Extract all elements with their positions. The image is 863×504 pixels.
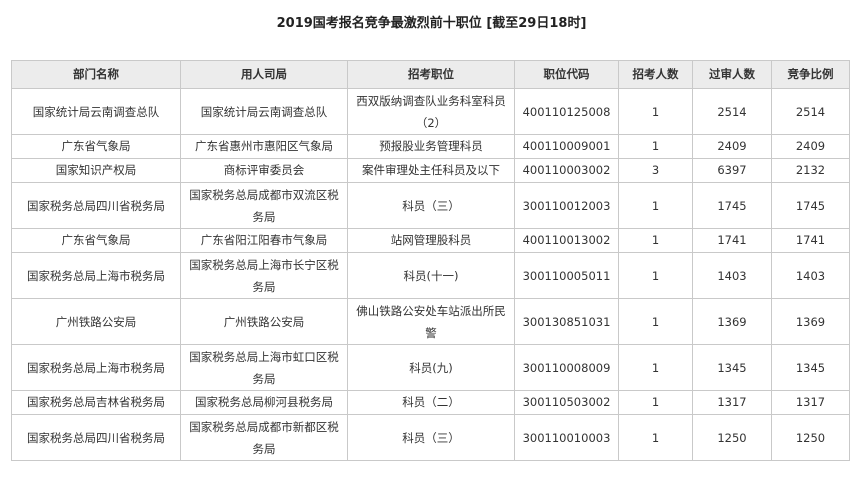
cell-approved-count: 1403 — [692, 252, 772, 299]
page-title: 2019国考报名竞争最激烈前十职位 [截至29日18时] — [276, 16, 587, 31]
cell-competition-ratio: 1745 — [771, 182, 850, 229]
table-row: 国家税务总局四川省税务局 国家税务总局成都市双流区税务局 科员（三） 30011… — [11, 182, 850, 229]
header-department: 部门名称 — [11, 60, 181, 89]
cell-position: 科员（三） — [347, 182, 515, 229]
header-competition-ratio: 竞争比例 — [771, 60, 850, 89]
header-approved-count: 过审人数 — [692, 60, 772, 89]
cell-position-code: 400110013002 — [514, 228, 619, 253]
table-row: 国家税务总局上海市税务局 国家税务总局上海市长宁区税务局 科员(十一) 3001… — [11, 252, 850, 299]
cell-employer-bureau: 商标评审委员会 — [180, 158, 348, 183]
cell-department: 广州铁路公安局 — [11, 298, 181, 345]
cell-position: 科员（三） — [347, 414, 515, 461]
cell-approved-count: 1741 — [692, 228, 772, 253]
table-row: 国家税务总局四川省税务局 国家税务总局成都市新都区税务局 科员（三） 30011… — [11, 414, 850, 461]
table-row: 广东省气象局 广东省惠州市惠阳区气象局 预报股业务管理科员 4001100090… — [11, 134, 850, 159]
cell-department: 国家统计局云南调查总队 — [11, 88, 181, 135]
cell-recruit-count: 1 — [618, 182, 693, 229]
cell-position-code: 300110503002 — [514, 390, 619, 415]
cell-approved-count: 1745 — [692, 182, 772, 229]
cell-competition-ratio: 1403 — [771, 252, 850, 299]
cell-competition-ratio: 1369 — [771, 298, 850, 345]
cell-position-code: 300110008009 — [514, 344, 619, 391]
cell-position-code: 400110003002 — [514, 158, 619, 183]
cell-employer-bureau: 国家税务总局上海市长宁区税务局 — [180, 252, 348, 299]
cell-competition-ratio: 2132 — [771, 158, 850, 183]
cell-competition-ratio: 1741 — [771, 228, 850, 253]
cell-competition-ratio: 2409 — [771, 134, 850, 159]
cell-employer-bureau: 国家税务总局成都市新都区税务局 — [180, 414, 348, 461]
job-competition-table: 部门名称 用人司局 招考职位 职位代码 招考人数 过审人数 竞争比例 国家统计局… — [11, 60, 850, 461]
cell-approved-count: 1345 — [692, 344, 772, 391]
cell-competition-ratio: 1317 — [771, 390, 850, 415]
header-employer-bureau: 用人司局 — [180, 60, 348, 89]
cell-department: 广东省气象局 — [11, 228, 181, 253]
cell-competition-ratio: 1250 — [771, 414, 850, 461]
table-row: 国家统计局云南调查总队 国家统计局云南调查总队 西双版纳调查队业务科室科员（2）… — [11, 88, 850, 135]
cell-position: 预报股业务管理科员 — [347, 134, 515, 159]
cell-department: 国家税务总局上海市税务局 — [11, 344, 181, 391]
cell-department: 广东省气象局 — [11, 134, 181, 159]
table-row: 国家税务总局上海市税务局 国家税务总局上海市虹口区税务局 科员(九) 30011… — [11, 344, 850, 391]
cell-position: 科员(九) — [347, 344, 515, 391]
cell-recruit-count: 1 — [618, 344, 693, 391]
cell-position: 西双版纳调查队业务科室科员（2） — [347, 88, 515, 135]
cell-employer-bureau: 国家统计局云南调查总队 — [180, 88, 348, 135]
header-position-code: 职位代码 — [514, 60, 619, 89]
cell-department: 国家税务总局四川省税务局 — [11, 414, 181, 461]
header-position: 招考职位 — [347, 60, 515, 89]
cell-competition-ratio: 2514 — [771, 88, 850, 135]
cell-employer-bureau: 广东省惠州市惠阳区气象局 — [180, 134, 348, 159]
cell-position-code: 300110012003 — [514, 182, 619, 229]
table-row: 国家知识产权局 商标评审委员会 案件审理处主任科员及以下 40011000300… — [11, 158, 850, 183]
header-recruit-count: 招考人数 — [618, 60, 693, 89]
table-row: 广州铁路公安局 广州铁路公安局 佛山铁路公安处车站派出所民警 300130851… — [11, 298, 850, 345]
cell-approved-count: 2514 — [692, 88, 772, 135]
cell-recruit-count: 1 — [618, 390, 693, 415]
cell-department: 国家税务总局吉林省税务局 — [11, 390, 181, 415]
cell-employer-bureau: 国家税务总局上海市虹口区税务局 — [180, 344, 348, 391]
cell-competition-ratio: 1345 — [771, 344, 850, 391]
cell-approved-count: 1317 — [692, 390, 772, 415]
cell-approved-count: 2409 — [692, 134, 772, 159]
cell-approved-count: 1250 — [692, 414, 772, 461]
cell-employer-bureau: 国家税务总局成都市双流区税务局 — [180, 182, 348, 229]
cell-department: 国家知识产权局 — [11, 158, 181, 183]
table-row: 广东省气象局 广东省阳江阳春市气象局 站网管理股科员 400110013002 … — [11, 228, 850, 253]
cell-position-code: 300110005011 — [514, 252, 619, 299]
cell-recruit-count: 1 — [618, 252, 693, 299]
cell-recruit-count: 1 — [618, 298, 693, 345]
cell-recruit-count: 1 — [618, 134, 693, 159]
cell-position-code: 300110010003 — [514, 414, 619, 461]
table-row: 国家税务总局吉林省税务局 国家税务总局柳河县税务局 科员（二） 30011050… — [11, 390, 850, 415]
cell-position-code: 300130851031 — [514, 298, 619, 345]
cell-position: 科员(十一) — [347, 252, 515, 299]
table-header-row: 部门名称 用人司局 招考职位 职位代码 招考人数 过审人数 竞争比例 — [11, 60, 850, 89]
cell-recruit-count: 3 — [618, 158, 693, 183]
cell-department: 国家税务总局上海市税务局 — [11, 252, 181, 299]
cell-employer-bureau: 广东省阳江阳春市气象局 — [180, 228, 348, 253]
cell-recruit-count: 1 — [618, 88, 693, 135]
cell-position-code: 400110009001 — [514, 134, 619, 159]
cell-position: 科员（二） — [347, 390, 515, 415]
cell-department: 国家税务总局四川省税务局 — [11, 182, 181, 229]
cell-position: 佛山铁路公安处车站派出所民警 — [347, 298, 515, 345]
cell-position: 案件审理处主任科员及以下 — [347, 158, 515, 183]
cell-employer-bureau: 广州铁路公安局 — [180, 298, 348, 345]
cell-approved-count: 6397 — [692, 158, 772, 183]
cell-position: 站网管理股科员 — [347, 228, 515, 253]
cell-approved-count: 1369 — [692, 298, 772, 345]
cell-recruit-count: 1 — [618, 414, 693, 461]
cell-position-code: 400110125008 — [514, 88, 619, 135]
cell-recruit-count: 1 — [618, 228, 693, 253]
cell-employer-bureau: 国家税务总局柳河县税务局 — [180, 390, 348, 415]
